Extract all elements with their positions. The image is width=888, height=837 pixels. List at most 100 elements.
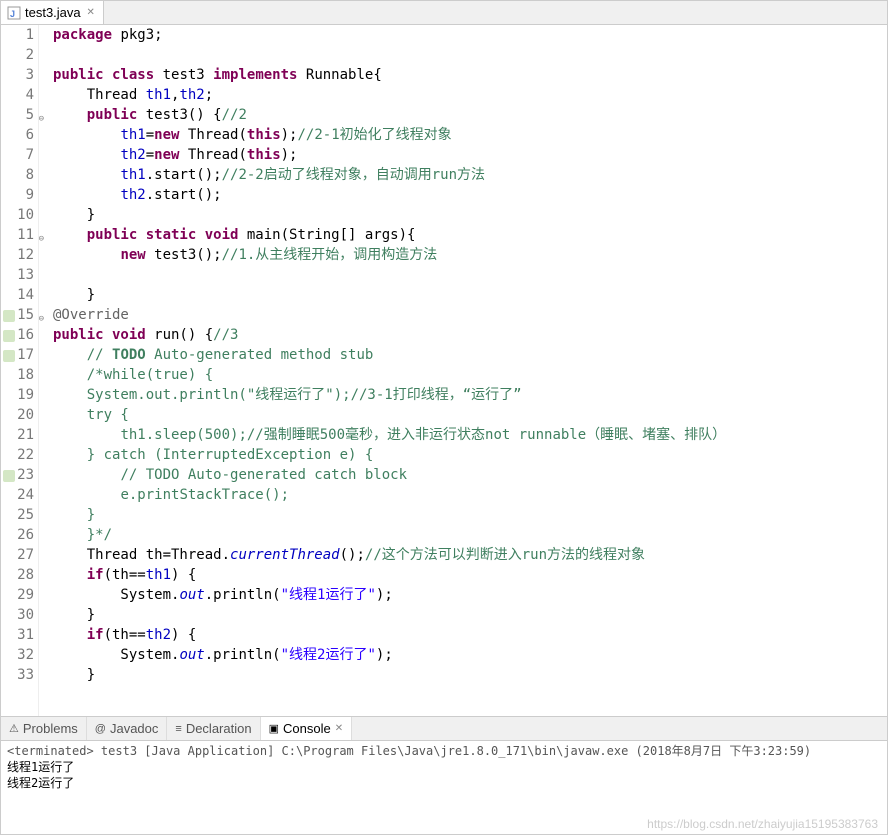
line-number: 22 xyxy=(1,445,34,465)
line-number: 18 xyxy=(1,365,34,385)
svg-text:J: J xyxy=(10,9,15,19)
line-number: 1 xyxy=(1,25,34,45)
console-icon: ▣ xyxy=(269,722,279,735)
code-line[interactable]: } xyxy=(53,605,887,625)
editor-panel: J test3.java ✕ 12345⊖67891011⊖12131415⊖1… xyxy=(0,0,888,717)
code-line[interactable]: try { xyxy=(53,405,887,425)
bottom-tab-problems[interactable]: ⚠ Problems xyxy=(1,717,87,740)
output-line: 线程1运行了 xyxy=(7,759,881,775)
marker-icon xyxy=(3,328,15,340)
code-line[interactable]: new test3();//1.从主线程开始，调用构造方法 xyxy=(53,245,887,265)
line-number: 25 xyxy=(1,505,34,525)
fold-icon[interactable]: ⊖ xyxy=(39,109,44,129)
code-line[interactable]: th2.start(); xyxy=(53,185,887,205)
code-line[interactable]: th1.sleep(500);//强制睡眠500毫秒，进入非运行状态not ru… xyxy=(53,425,887,445)
line-number: 30 xyxy=(1,605,34,625)
code-line[interactable]: } catch (InterruptedException e) { xyxy=(53,445,887,465)
bottom-tab-javadoc[interactable]: @ Javadoc xyxy=(87,717,168,740)
line-number: 9 xyxy=(1,185,34,205)
java-file-icon: J xyxy=(7,6,21,20)
code-line[interactable]: th1.start();//2-2启动了线程对象，自动调用run方法 xyxy=(53,165,887,185)
code-line[interactable]: } xyxy=(53,665,887,685)
code-line[interactable]: package pkg3; xyxy=(53,25,887,45)
code-line[interactable]: Thread th=Thread.currentThread();//这个方法可… xyxy=(53,545,887,565)
code-line[interactable] xyxy=(53,265,887,285)
code-line[interactable]: public test3() {//2 xyxy=(53,105,887,125)
code-line[interactable]: System.out.println("线程运行了");//3-1打印线程，“运… xyxy=(53,385,887,405)
line-number: 24 xyxy=(1,485,34,505)
code-line[interactable]: if(th==th2) { xyxy=(53,625,887,645)
line-number: 27 xyxy=(1,545,34,565)
bottom-tab-console[interactable]: ▣ Console ✕ xyxy=(261,717,353,740)
line-number: 13 xyxy=(1,265,34,285)
problems-icon: ⚠ xyxy=(9,722,19,735)
code-line[interactable]: th1=new Thread(this);//2-1初始化了线程对象 xyxy=(53,125,887,145)
code-line[interactable]: if(th==th1) { xyxy=(53,565,887,585)
line-number: 7 xyxy=(1,145,34,165)
line-number: 4 xyxy=(1,85,34,105)
line-number: 8 xyxy=(1,165,34,185)
terminated-line: <terminated> test3 [Java Application] C:… xyxy=(7,743,881,759)
line-number: 19 xyxy=(1,385,34,405)
line-number: 23 xyxy=(1,465,34,485)
close-icon[interactable]: ✕ xyxy=(85,7,97,19)
fold-icon[interactable]: ⊖ xyxy=(39,229,44,249)
code-line[interactable]: } xyxy=(53,505,887,525)
tab-label: Problems xyxy=(23,721,78,736)
code-line[interactable]: System.out.println("线程1运行了"); xyxy=(53,585,887,605)
fold-icon[interactable]: ⊖ xyxy=(39,309,44,329)
tab-label: Declaration xyxy=(186,721,252,736)
line-number: 21 xyxy=(1,425,34,445)
close-icon[interactable]: ✕ xyxy=(335,723,343,734)
declaration-icon: ≡ xyxy=(175,723,181,735)
line-number: 31 xyxy=(1,625,34,645)
code-line[interactable]: Thread th1,th2; xyxy=(53,85,887,105)
bottom-tab-declaration[interactable]: ≡ Declaration xyxy=(167,717,260,740)
line-number: 17 xyxy=(1,345,34,365)
code-line[interactable]: } xyxy=(53,205,887,225)
line-gutter: 12345⊖67891011⊖12131415⊖1617181920212223… xyxy=(1,25,39,716)
watermark: https://blog.csdn.net/zhaiyujia151953837… xyxy=(647,817,878,831)
code-line[interactable]: // TODO Auto-generated catch block xyxy=(53,465,887,485)
console-output: 线程1运行了线程2运行了 xyxy=(7,759,881,791)
line-number: 10 xyxy=(1,205,34,225)
marker-icon xyxy=(3,308,15,320)
source-code[interactable]: package pkg3; public class test3 implemen… xyxy=(39,25,887,716)
line-number: 33 xyxy=(1,665,34,685)
code-line[interactable]: /*while(true) { xyxy=(53,365,887,385)
line-number: 2 xyxy=(1,45,34,65)
line-number: 28 xyxy=(1,565,34,585)
editor-tab[interactable]: J test3.java ✕ xyxy=(1,1,104,24)
code-line[interactable]: }*/ xyxy=(53,525,887,545)
code-line[interactable]: public static void main(String[] args){ xyxy=(53,225,887,245)
tab-label: Console xyxy=(283,721,331,736)
tab-label: Javadoc xyxy=(110,721,158,736)
code-line[interactable]: th2=new Thread(this); xyxy=(53,145,887,165)
line-number: 12 xyxy=(1,245,34,265)
code-line[interactable] xyxy=(53,45,887,65)
code-line[interactable]: e.printStackTrace(); xyxy=(53,485,887,505)
code-line[interactable]: public void run() {//3 xyxy=(53,325,887,345)
line-number: 6 xyxy=(1,125,34,145)
line-number: 29 xyxy=(1,585,34,605)
code-editor[interactable]: 12345⊖67891011⊖12131415⊖1617181920212223… xyxy=(1,25,887,716)
bottom-tabbar: ⚠ Problems @ Javadoc ≡ Declaration ▣ Console ✕ xyxy=(1,717,887,741)
line-number: 26 xyxy=(1,525,34,545)
line-number: 32 xyxy=(1,645,34,665)
marker-icon xyxy=(3,468,15,480)
code-line[interactable]: public class test3 implements Runnable{ xyxy=(53,65,887,85)
line-number: 3 xyxy=(1,65,34,85)
code-line[interactable]: System.out.println("线程2运行了"); xyxy=(53,645,887,665)
line-number: 14 xyxy=(1,285,34,305)
line-number: 5⊖ xyxy=(1,105,34,125)
code-line[interactable]: @Override xyxy=(53,305,887,325)
line-number: 20 xyxy=(1,405,34,425)
editor-tabbar: J test3.java ✕ xyxy=(1,1,887,25)
output-line: 线程2运行了 xyxy=(7,775,881,791)
code-line[interactable]: // TODO Auto-generated method stub xyxy=(53,345,887,365)
line-number: 15⊖ xyxy=(1,305,34,325)
line-number: 11⊖ xyxy=(1,225,34,245)
code-line[interactable]: } xyxy=(53,285,887,305)
javadoc-icon: @ xyxy=(95,723,106,735)
marker-icon xyxy=(3,348,15,360)
